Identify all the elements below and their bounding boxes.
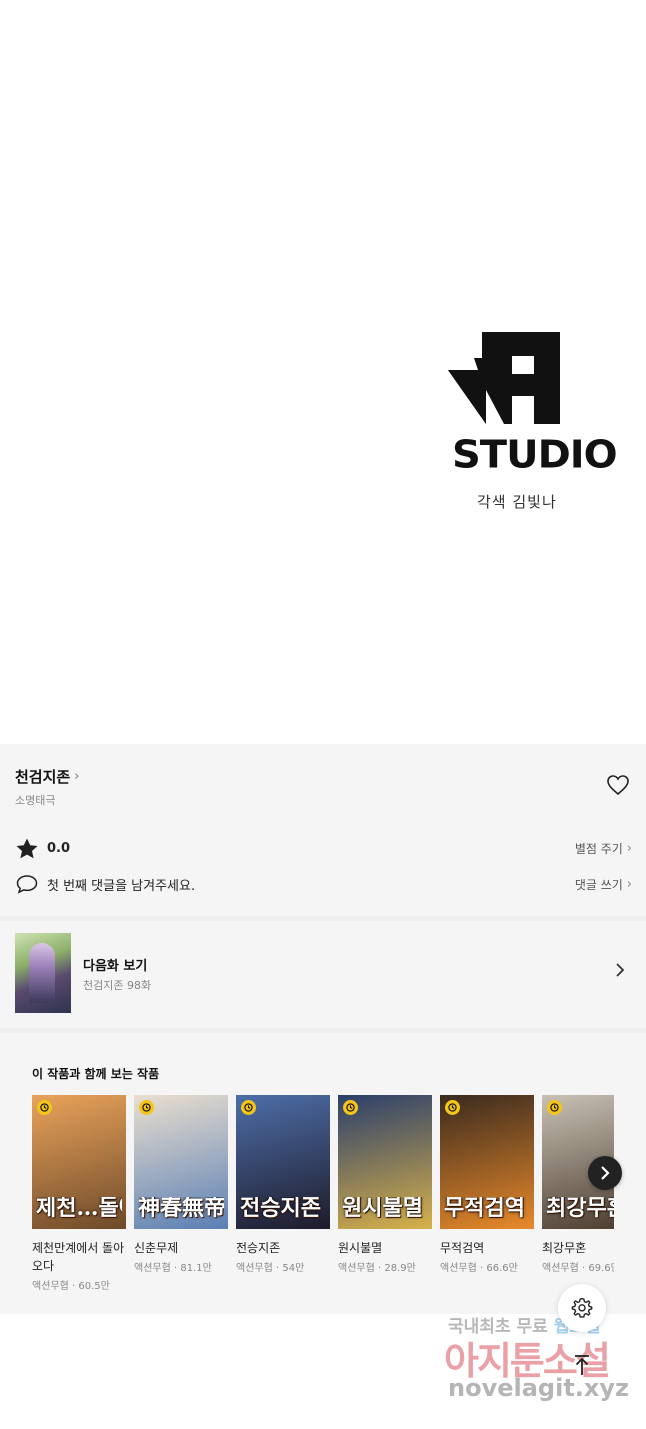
chevron-right-icon[interactable] <box>614 961 634 985</box>
recommendation-genre: 액션무협 <box>338 1263 375 1274</box>
chevron-right-icon <box>601 1166 610 1180</box>
recommendation-cover: 원시불멸 <box>338 1095 432 1229</box>
chevron-right-icon: › <box>626 840 632 856</box>
recommendation-cover-title: 최강무혼 <box>546 1197 614 1219</box>
series-author: 소명태극 <box>15 794 56 807</box>
recommendation-cover: 제천…돌아오다 <box>32 1095 126 1229</box>
series-card: 천검지존 › 소명태극 0.0 별점 주기 › 첫 번째 댓글을 남겨주세요. … <box>0 744 646 914</box>
recommendation-genre: 액션무협 <box>236 1263 273 1274</box>
comment-row: 첫 번째 댓글을 남겨주세요. 댓글 쓰기 › <box>15 872 632 896</box>
rate-button-label: 별점 주기 <box>574 841 623 856</box>
recommendation-title: 원시불멸 <box>338 1241 383 1255</box>
series-title: 천검지존 <box>15 768 71 786</box>
meta-separator: · <box>272 1263 283 1274</box>
chevron-right-icon: › <box>74 769 80 784</box>
star-icon <box>15 836 39 860</box>
next-episode-subtitle: 천검지존 98화 <box>83 979 152 992</box>
adaptation-credit: 각색 김빛나 <box>477 493 557 511</box>
recommendation-cover-title: 전승지존 <box>240 1197 321 1219</box>
recommendations-heading: 이 작품과 함께 보는 작품 <box>32 1067 160 1081</box>
recommendation-meta: 액션무협 · 66.6만 <box>440 1259 534 1274</box>
rate-button[interactable]: 별점 주기 › <box>575 840 632 857</box>
chevron-right-icon: › <box>626 876 632 892</box>
recommendation-title: 신춘무제 <box>134 1241 179 1255</box>
recommendation-meta: 액션무협 · 54만 <box>236 1259 330 1274</box>
carousel-next-button[interactable] <box>588 1156 622 1190</box>
recommendation-title: 전승지존 <box>236 1241 281 1255</box>
next-episode-label: 다음화 보기 <box>83 959 148 974</box>
meta-separator: · <box>68 1281 79 1292</box>
gear-icon <box>571 1297 593 1318</box>
recommendation-genre: 액션무협 <box>32 1281 69 1292</box>
recommendation-cover: 神春無帝 <box>134 1095 228 1229</box>
recommendation-views: 69.6만 <box>588 1263 614 1274</box>
episode-info-panel: 천검지존 › 소명태극 0.0 별점 주기 › 첫 번째 댓글을 남겨주세요. … <box>0 744 646 1314</box>
recommendation-genre: 액션무협 <box>542 1263 579 1274</box>
recommendation-title: 최강무혼 <box>542 1241 587 1255</box>
viewer-settings-button[interactable] <box>558 1284 606 1332</box>
recommendation-views: 66.6만 <box>486 1263 518 1274</box>
next-episode-card[interactable]: 다음화 보기 천검지존 98화 <box>0 921 646 1026</box>
recommendation-views: 81.1만 <box>180 1263 212 1274</box>
recommendation-title: 무적검역 <box>440 1241 485 1255</box>
clock-icon <box>241 1100 256 1115</box>
arrow-to-top-icon <box>575 1355 589 1375</box>
scroll-to-top-button[interactable] <box>568 1350 596 1380</box>
recommendation-meta: 액션무협 · 81.1만 <box>134 1259 228 1274</box>
next-episode-thumbnail <box>15 933 71 1013</box>
recommendation-title: 제천만계에서 돌아오다 <box>32 1241 125 1273</box>
write-comment-button[interactable]: 댓글 쓰기 › <box>575 876 632 893</box>
write-comment-label: 댓글 쓰기 <box>574 877 623 892</box>
clock-icon <box>547 1100 562 1115</box>
rating-row: 0.0 별점 주기 › <box>15 836 632 860</box>
studio-logo <box>446 330 596 430</box>
clock-icon <box>37 1100 52 1115</box>
meta-separator: · <box>374 1263 385 1274</box>
recommendation-item[interactable]: 제천…돌아오다제천만계에서 돌아오다액션무협 · 60.5만 <box>32 1095 126 1292</box>
recommendation-views: 28.9만 <box>384 1263 416 1274</box>
heart-outline-icon[interactable] <box>606 774 632 798</box>
recommendation-cover-title: 원시불멸 <box>342 1197 423 1219</box>
recommendation-cover-title: 무적검역 <box>444 1197 525 1219</box>
episode-end-artwork: STUDIO 각색 김빛나 <box>0 0 646 744</box>
recommendation-cover-title: 神春無帝 <box>138 1197 224 1219</box>
meta-separator: · <box>476 1263 487 1274</box>
watermark-line3: novelagit.xyz <box>448 1374 630 1402</box>
recommendation-cover: 전승지존 <box>236 1095 330 1229</box>
recommendation-views: 54만 <box>282 1263 305 1274</box>
clock-icon <box>343 1100 358 1115</box>
speech-bubble-icon <box>15 872 39 896</box>
recommendation-item[interactable]: 전승지존 전승지존 액션무협 · 54만 <box>236 1095 330 1274</box>
comment-prompt: 첫 번째 댓글을 남겨주세요. <box>47 878 196 894</box>
series-title-link[interactable]: 천검지존 › <box>15 766 79 787</box>
recommendation-item[interactable]: 원시불멸 원시불멸 액션무협 · 28.9만 <box>338 1095 432 1274</box>
meta-separator: · <box>578 1263 589 1274</box>
recommendations-carousel[interactable]: 제천…돌아오다제천만계에서 돌아오다액션무협 · 60.5만 神春無帝 신춘무제액션… <box>32 1095 614 1295</box>
recommendation-cover-title: 제천…돌아오다 <box>36 1197 122 1219</box>
studio-wordmark: STUDIO <box>452 433 618 477</box>
clock-icon <box>445 1100 460 1115</box>
meta-separator: · <box>170 1263 181 1274</box>
recommendation-cover: 무적검역 <box>440 1095 534 1229</box>
recommendations-section: 이 작품과 함께 보는 작품 제천…돌아오다제천만계에서 돌아오다액션무협 · … <box>0 1033 646 1314</box>
site-watermark: 국내최초 무료 웹소설 아지툰소설 novelagit.xyz <box>444 1312 629 1422</box>
recommendation-views: 60.5만 <box>78 1281 110 1292</box>
recommendation-genre: 액션무협 <box>440 1263 477 1274</box>
recommendation-meta: 액션무협 · 28.9만 <box>338 1259 432 1274</box>
recommendation-meta: 액션무협 · 60.5만 <box>32 1277 126 1292</box>
clock-icon <box>139 1100 154 1115</box>
rating-score: 0.0 <box>47 840 71 856</box>
recommendation-meta: 액션무협 · 69.6만 <box>542 1259 614 1274</box>
recommendation-item[interactable]: 무적검역 무적검역 액션무협 · 66.6만 <box>440 1095 534 1274</box>
recommendation-genre: 액션무협 <box>134 1263 171 1274</box>
recommendation-item[interactable]: 神春無帝 신춘무제액션무협 · 81.1만 <box>134 1095 228 1274</box>
